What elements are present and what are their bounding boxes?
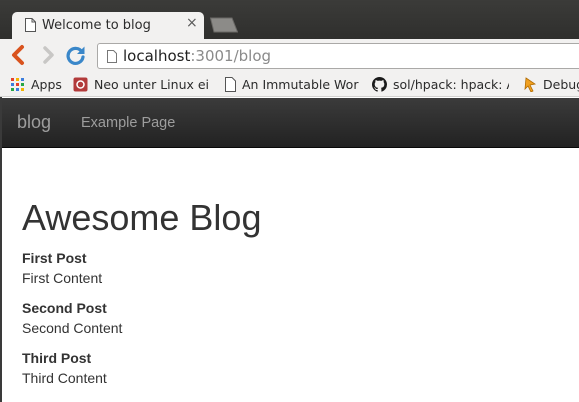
page-icon: [107, 50, 117, 63]
main-content: Awesome Blog First Post First Content Se…: [22, 196, 261, 398]
post-title: Third Post: [22, 350, 92, 366]
post-item: First Post First Content: [22, 248, 261, 288]
debug-icon: [524, 76, 537, 92]
bookmark-label: An Immutable Worl: [242, 76, 359, 92]
site-navbar: blog Example Page: [2, 98, 579, 148]
bookmarks-bar: Apps Neo unter Linux ein An Immutable Wo…: [0, 71, 579, 97]
bookmark-apps[interactable]: Apps: [10, 75, 62, 93]
url-text: localhost:3001/blog: [123, 47, 271, 65]
bookmark-label: Debug: [543, 76, 579, 92]
page-icon: [225, 76, 236, 92]
bookmark-hpack[interactable]: sol/hpack: hpack: A: [372, 75, 509, 93]
browser-tab[interactable]: Welcome to blog ×: [12, 12, 204, 39]
new-tab-icon[interactable]: [210, 17, 238, 33]
bookmark-label: sol/hpack: hpack: A: [393, 76, 509, 92]
bookmark-neo[interactable]: Neo unter Linux ein: [73, 75, 210, 93]
forward-icon[interactable]: [37, 44, 59, 66]
navbar-brand[interactable]: blog: [17, 112, 51, 133]
page-title: Awesome Blog: [22, 197, 262, 238]
post-item: Second Post Second Content: [22, 298, 261, 338]
tab-title: Welcome to blog: [42, 18, 151, 33]
post-content: Second Content: [22, 320, 123, 336]
url-path: :3001/blog: [190, 47, 272, 65]
github-icon: [372, 76, 387, 92]
post-item: Third Post Third Content: [22, 348, 261, 388]
back-icon[interactable]: [8, 44, 30, 66]
bookmark-debug[interactable]: Debug: [524, 75, 579, 93]
tab-strip: Welcome to blog ×: [0, 0, 579, 39]
bookmark-label: Neo unter Linux ein: [94, 76, 210, 92]
apps-grid-icon: [11, 77, 24, 91]
bookmark-immutable-world[interactable]: An Immutable Worl: [225, 75, 359, 93]
post-title: Second Post: [22, 300, 107, 316]
bookmark-label: Apps: [31, 76, 62, 92]
tab-close-button[interactable]: ×: [186, 15, 198, 31]
post-content: First Content: [22, 270, 103, 286]
browser-toolbar: localhost:3001/blog: [0, 39, 579, 71]
neo-icon: [73, 77, 88, 91]
post-content: Third Content: [22, 370, 107, 386]
post-title: First Post: [22, 250, 87, 266]
url-host: localhost: [123, 47, 191, 65]
nav-link-example-page[interactable]: Example Page: [81, 115, 175, 131]
page-icon: [25, 18, 36, 32]
address-bar[interactable]: localhost:3001/blog: [97, 43, 579, 69]
reload-icon[interactable]: [65, 44, 87, 66]
